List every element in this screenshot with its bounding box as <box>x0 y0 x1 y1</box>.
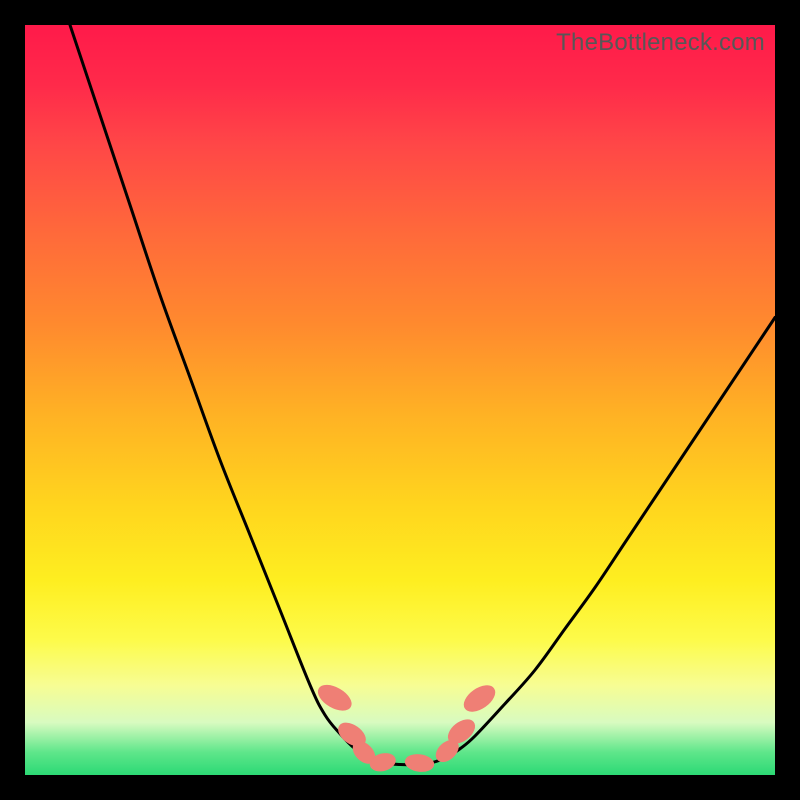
right-upper-bead <box>460 681 499 717</box>
plot-area: TheBottleneck.com <box>25 25 775 775</box>
series-left-curve <box>70 25 370 759</box>
floor-right-bead <box>404 753 435 773</box>
chart-frame: TheBottleneck.com <box>0 0 800 800</box>
chart-svg <box>25 25 775 775</box>
